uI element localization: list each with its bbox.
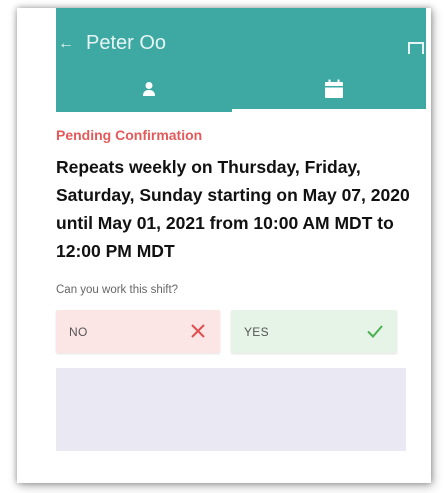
status-label: Pending Confirmation bbox=[56, 127, 203, 143]
calendar-icon bbox=[324, 79, 343, 98]
tab-bar bbox=[56, 66, 426, 112]
tab-calendar[interactable] bbox=[241, 66, 426, 112]
yes-label: YES bbox=[244, 325, 269, 339]
app-header: ← Peter Oo bbox=[56, 8, 426, 112]
x-icon bbox=[191, 324, 205, 338]
check-icon bbox=[367, 325, 383, 338]
tab-profile[interactable] bbox=[56, 66, 241, 112]
person-icon bbox=[142, 82, 155, 96]
question-text: Can you work this shift? bbox=[56, 284, 179, 296]
yes-button[interactable]: YES bbox=[231, 310, 397, 353]
no-label: NO bbox=[69, 325, 88, 339]
top-bar: ← Peter Oo bbox=[56, 8, 426, 66]
no-button[interactable]: NO bbox=[56, 310, 220, 353]
selected-tab-indicator bbox=[232, 109, 426, 112]
details-panel bbox=[56, 368, 406, 451]
page-title: Peter Oo bbox=[86, 32, 167, 54]
back-arrow-icon[interactable]: ← bbox=[58, 36, 74, 52]
app-window: ← Peter Oo Pending Confirmation Repeats … bbox=[17, 8, 431, 483]
shift-description: Repeats weekly on Thursday, Friday, Satu… bbox=[56, 157, 410, 261]
menu-icon[interactable] bbox=[408, 42, 424, 54]
